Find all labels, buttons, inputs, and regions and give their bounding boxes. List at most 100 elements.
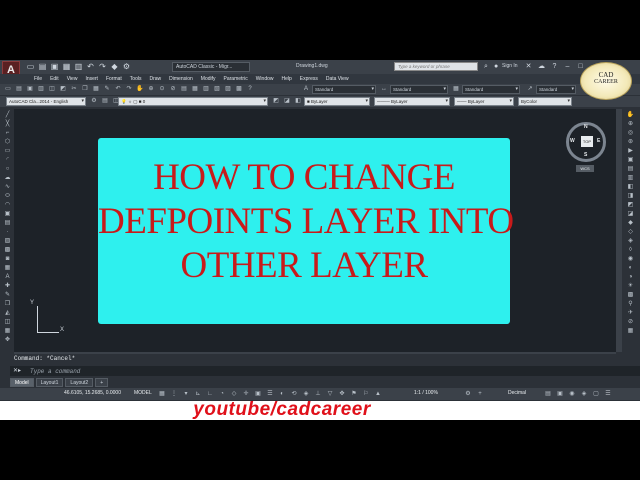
selection-filter-icon[interactable]: ▽: [326, 390, 334, 398]
render-icon[interactable]: ◑: [626, 273, 635, 281]
properties-icon[interactable]: ▤: [180, 85, 188, 93]
lock-ui-icon[interactable]: ▣: [556, 390, 564, 398]
grid-icon[interactable]: ▦: [158, 390, 166, 398]
viewcube-north[interactable]: N: [584, 124, 588, 130]
isolate-objects-icon[interactable]: ◉: [568, 390, 576, 398]
open-file-icon[interactable]: ▤: [38, 62, 47, 71]
menu-file[interactable]: File: [30, 75, 46, 83]
ellipse-arc-icon[interactable]: ◠: [3, 201, 12, 209]
showmotion-icon[interactable]: ▶: [626, 147, 635, 155]
move-icon[interactable]: ✥: [3, 336, 12, 344]
spline-icon[interactable]: ∿: [3, 183, 12, 191]
save-as-icon[interactable]: ▦: [62, 62, 71, 71]
ellipse-icon[interactable]: ⬭: [3, 192, 12, 200]
point-icon[interactable]: ·: [3, 228, 12, 236]
paste-icon[interactable]: ▦: [92, 85, 100, 93]
menu-format[interactable]: Format: [102, 75, 126, 83]
save-icon[interactable]: ▣: [26, 85, 34, 93]
menu-tools[interactable]: Tools: [126, 75, 146, 83]
add-selected-icon[interactable]: ✚: [3, 282, 12, 290]
ne-iso-icon[interactable]: ◈: [626, 237, 635, 245]
orbit-tool-icon[interactable]: ◎: [626, 129, 635, 137]
save-icon[interactable]: ▣: [50, 62, 59, 71]
quickcalc-icon[interactable]: ▩: [235, 85, 243, 93]
dynamic-input-icon[interactable]: ⊾: [194, 390, 202, 398]
wcs-menu-button[interactable]: WCS: [576, 165, 594, 172]
top-view-icon[interactable]: ▤: [626, 165, 635, 173]
clean-screen-icon[interactable]: ▢: [592, 390, 600, 398]
pan-icon[interactable]: ✋: [136, 85, 144, 93]
offset-icon[interactable]: ◫: [3, 318, 12, 326]
text-style-dropdown[interactable]: Standard: [312, 85, 376, 94]
nw-iso-icon[interactable]: ◊: [626, 246, 635, 254]
menu-help[interactable]: Help: [278, 75, 296, 83]
pan-tool-icon[interactable]: ✋: [626, 111, 635, 119]
undo-icon[interactable]: ↶: [86, 62, 95, 71]
section-icon[interactable]: ⊘: [626, 318, 635, 326]
walk-icon[interactable]: ⚲: [626, 300, 635, 308]
infer-icon[interactable]: ▾: [182, 390, 190, 398]
match-properties-icon[interactable]: ✎: [103, 85, 111, 93]
units-dropdown[interactable]: Decimal: [508, 390, 526, 396]
redo-icon[interactable]: ↷: [98, 62, 107, 71]
se-iso-icon[interactable]: ◇: [626, 228, 635, 236]
add-layout-button[interactable]: +: [95, 378, 109, 387]
design-center-icon[interactable]: ▦: [191, 85, 199, 93]
revision-cloud-icon[interactable]: ☁: [3, 174, 12, 182]
polygon-icon[interactable]: ⬡: [3, 138, 12, 146]
viewcube-top-face[interactable]: TOP: [581, 136, 593, 147]
selection-cycling-icon[interactable]: ⟲: [290, 390, 298, 398]
menu-modify[interactable]: Modify: [197, 75, 220, 83]
copy-icon[interactable]: ❐: [81, 85, 89, 93]
color-dropdown[interactable]: ■ ByLayer: [304, 97, 370, 106]
make-block-icon[interactable]: ▤: [3, 219, 12, 227]
multileader-style-icon[interactable]: ↗: [526, 85, 534, 93]
menu-parametric[interactable]: Parametric: [220, 75, 252, 83]
dynamic-ucs-icon[interactable]: ⊥: [314, 390, 322, 398]
layer-properties-icon[interactable]: ▤: [101, 97, 109, 105]
tool-palettes-icon[interactable]: ▥: [202, 85, 210, 93]
viewcube-east[interactable]: E: [597, 138, 600, 144]
array-icon[interactable]: ▦: [3, 327, 12, 335]
settings-icon[interactable]: ⚙: [90, 97, 98, 105]
snap-icon[interactable]: ⋮: [170, 390, 178, 398]
workspace-switch-icon[interactable]: ⚙: [122, 62, 131, 71]
menu-insert[interactable]: Insert: [81, 75, 102, 83]
layer-previous-icon[interactable]: ◪: [283, 97, 291, 105]
rectangle-icon[interactable]: ▭: [3, 147, 12, 155]
plot-style-dropdown[interactable]: ByColor: [518, 97, 572, 106]
tab-model[interactable]: Model: [10, 378, 34, 387]
named-views-icon[interactable]: ▣: [626, 156, 635, 164]
viewcube[interactable]: N W TOP E S: [566, 122, 606, 162]
visual-style-icon[interactable]: ◐: [626, 264, 635, 272]
layer-isolate-icon[interactable]: ◧: [294, 97, 302, 105]
steering-wheel-icon[interactable]: ⊛: [626, 138, 635, 146]
table-style-dropdown[interactable]: Standard: [462, 85, 520, 94]
table-style-icon[interactable]: ▦: [452, 85, 460, 93]
zoom-previous-icon[interactable]: ⊘: [169, 85, 177, 93]
cut-icon[interactable]: ✂: [70, 85, 78, 93]
sheet-set-icon[interactable]: ▧: [213, 85, 221, 93]
arc-icon[interactable]: ◜: [3, 156, 12, 164]
help-icon[interactable]: ?: [246, 85, 254, 93]
autodesk-360-icon[interactable]: ☁: [537, 62, 546, 71]
mirror-icon[interactable]: ◭: [3, 309, 12, 317]
auto-scale-icon[interactable]: ⚐: [362, 390, 370, 398]
lineweight-dropdown[interactable]: ─── ByLayer: [454, 97, 514, 106]
new-file-icon[interactable]: ▭: [26, 62, 35, 71]
zoom-realtime-icon[interactable]: ⊕: [147, 85, 155, 93]
light-icon[interactable]: ☀: [626, 282, 635, 290]
linetype-dropdown[interactable]: ──── ByLayer: [374, 97, 450, 106]
line-icon[interactable]: ╱: [3, 111, 12, 119]
multileader-style-dropdown[interactable]: Standard: [536, 85, 576, 94]
search-input[interactable]: [394, 62, 478, 71]
model-space-button[interactable]: MODEL: [134, 390, 152, 396]
vertical-scrollbar[interactable]: [616, 109, 622, 352]
user-icon[interactable]: ●: [494, 62, 502, 71]
object-snap-icon[interactable]: ▣: [254, 390, 262, 398]
viewcube-south[interactable]: S: [584, 152, 587, 158]
workspace-combo[interactable]: AutoCAD Cla...2014 - English: [6, 97, 86, 106]
zoom-window-icon[interactable]: ⊙: [158, 85, 166, 93]
object-snap-tracking-icon[interactable]: ✛: [242, 390, 250, 398]
command-customize-icon[interactable]: ✕▸: [13, 367, 21, 374]
